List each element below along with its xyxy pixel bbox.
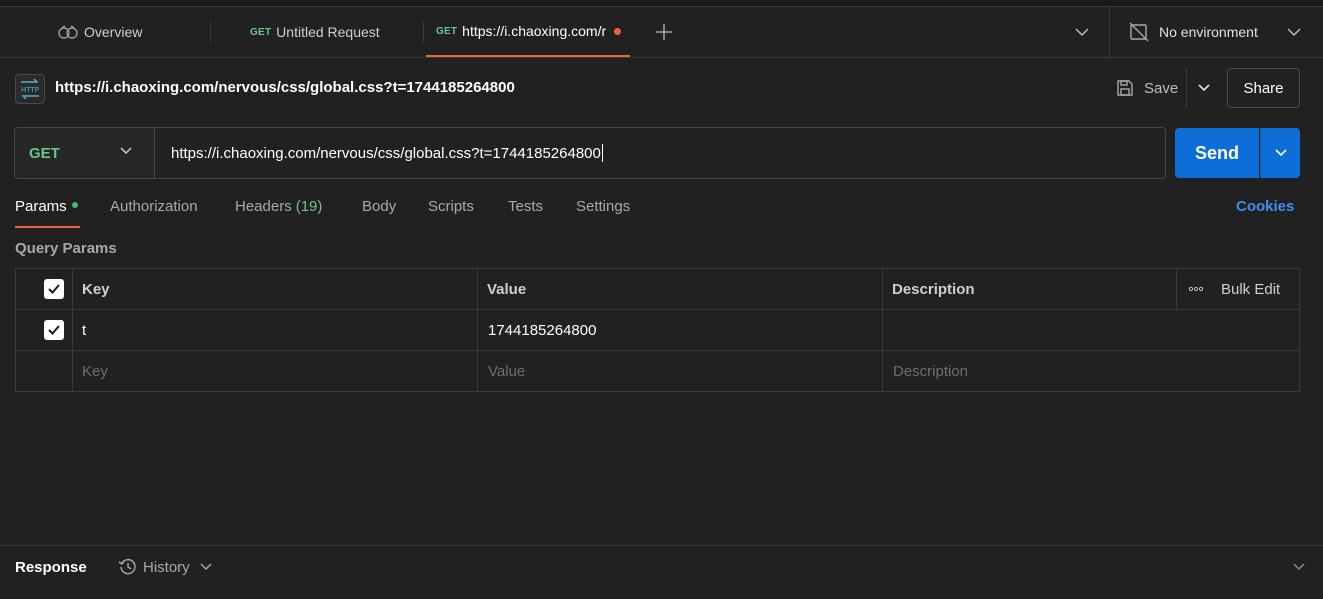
tab-divider bbox=[423, 21, 424, 43]
tab-method-badge: GET bbox=[250, 26, 272, 38]
row-checkbox[interactable] bbox=[44, 310, 64, 350]
tab-untitled-request[interactable]: GET Untitled Request bbox=[250, 7, 380, 57]
window-top-strip bbox=[0, 0, 1323, 7]
tab-divider bbox=[210, 21, 211, 43]
param-description-cell[interactable] bbox=[893, 310, 1293, 350]
tab-current-request[interactable]: GET https://i.chaoxing.com/r bbox=[426, 7, 630, 57]
tab-body[interactable]: Body bbox=[362, 198, 396, 228]
tab-untitled-label: Untitled Request bbox=[276, 24, 380, 40]
params-table: Key Value Description Bulk Edit t 174418… bbox=[15, 268, 1300, 392]
text-cursor bbox=[601, 144, 603, 162]
tabs-menu-button[interactable] bbox=[1074, 7, 1090, 57]
environment-label: No environment bbox=[1159, 24, 1258, 40]
chevron-down-icon bbox=[1286, 27, 1302, 37]
tab-params-label: Params bbox=[15, 198, 67, 215]
headers-count: (19) bbox=[295, 198, 323, 215]
tab-headers-label: Headers bbox=[235, 198, 292, 215]
chevron-down-icon bbox=[199, 562, 213, 572]
method-select[interactable]: GET bbox=[14, 127, 155, 179]
tab-headers[interactable]: Headers (19) bbox=[235, 198, 322, 228]
save-icon bbox=[1116, 79, 1134, 97]
svg-text:HTTP: HTTP bbox=[21, 86, 39, 94]
param-value-cell[interactable]: 1744185264800 bbox=[488, 310, 878, 350]
chevron-down-icon bbox=[1274, 148, 1288, 158]
history-button[interactable]: History bbox=[118, 557, 213, 577]
url-value: https://i.chaoxing.com/nervous/css/globa… bbox=[171, 144, 601, 162]
column-header-key: Key bbox=[82, 280, 110, 298]
unsaved-dot-icon bbox=[614, 27, 622, 35]
active-dot-icon bbox=[71, 202, 78, 209]
request-title[interactable]: https://i.chaoxing.com/nervous/css/globa… bbox=[55, 79, 515, 96]
tab-overview[interactable]: Overview bbox=[58, 7, 142, 57]
send-options-button[interactable] bbox=[1260, 128, 1300, 178]
new-value-input[interactable]: Value bbox=[488, 351, 878, 391]
save-label: Save bbox=[1144, 79, 1179, 97]
select-all-checkbox[interactable] bbox=[44, 269, 64, 309]
cookies-link[interactable]: Cookies bbox=[1236, 198, 1294, 215]
column-header-value: Value bbox=[487, 280, 527, 298]
share-button[interactable]: Share bbox=[1227, 68, 1300, 108]
tab-settings[interactable]: Settings bbox=[576, 198, 630, 228]
new-description-input[interactable]: Description bbox=[893, 351, 1293, 391]
query-params-title: Query Params bbox=[15, 240, 117, 257]
tab-current-label: https://i.chaoxing.com/r bbox=[462, 23, 607, 39]
no-environment-icon bbox=[1129, 22, 1149, 42]
tab-tests[interactable]: Tests bbox=[508, 198, 543, 228]
response-bar: Response History bbox=[0, 545, 1323, 599]
param-key-cell[interactable]: t bbox=[82, 310, 472, 350]
method-value: GET bbox=[29, 144, 60, 162]
history-icon bbox=[118, 557, 138, 577]
url-input[interactable]: https://i.chaoxing.com/nervous/css/globa… bbox=[154, 127, 1166, 179]
send-button[interactable]: Send bbox=[1175, 128, 1259, 178]
environment-selector[interactable]: No environment bbox=[1109, 7, 1323, 57]
response-title[interactable]: Response bbox=[15, 559, 87, 576]
column-header-description: Description bbox=[892, 280, 975, 298]
chevron-down-icon bbox=[1292, 562, 1306, 572]
tab-method-badge: GET bbox=[436, 25, 458, 37]
overview-icon bbox=[58, 25, 78, 39]
tab-authorization[interactable]: Authorization bbox=[110, 198, 198, 228]
table-header-row: Key Value Description Bulk Edit bbox=[16, 269, 1299, 310]
table-row: t 1744185264800 bbox=[16, 310, 1299, 351]
http-icon: HTTP bbox=[15, 74, 45, 104]
collapse-response-button[interactable] bbox=[1292, 562, 1306, 572]
new-key-input[interactable]: Key bbox=[82, 351, 472, 391]
tab-scripts[interactable]: Scripts bbox=[428, 198, 474, 228]
history-label: History bbox=[143, 558, 190, 576]
chevron-down-icon bbox=[1197, 83, 1211, 93]
tab-overview-label: Overview bbox=[84, 24, 143, 40]
chevron-down-icon bbox=[1074, 27, 1090, 37]
table-row-new: Key Value Description bbox=[16, 351, 1299, 392]
bulk-edit-button[interactable]: Bulk Edit bbox=[1221, 269, 1280, 309]
save-options-button[interactable] bbox=[1186, 68, 1220, 108]
chevron-down-icon bbox=[119, 146, 133, 156]
save-button[interactable]: Save bbox=[1108, 68, 1186, 108]
more-options-icon[interactable] bbox=[1188, 269, 1204, 309]
new-tab-button[interactable] bbox=[654, 7, 674, 57]
tab-params[interactable]: Params bbox=[15, 198, 80, 228]
plus-icon bbox=[654, 22, 674, 42]
